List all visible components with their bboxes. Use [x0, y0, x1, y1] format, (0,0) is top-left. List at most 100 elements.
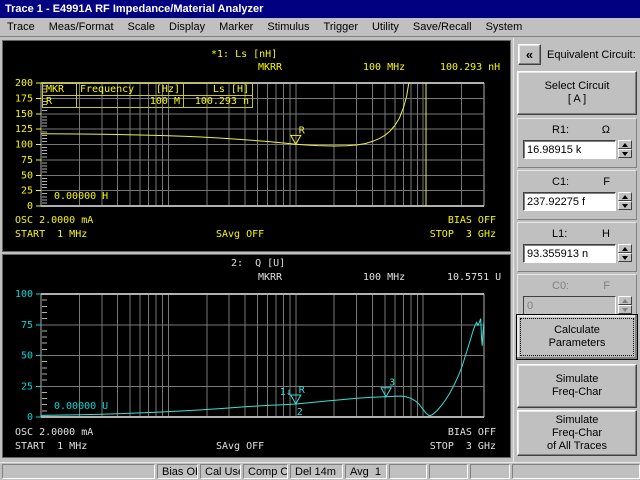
c1-spin-up-icon[interactable] [618, 192, 632, 201]
marker-list-cell-mkr: R [46, 95, 53, 107]
svg-text:2: 2 [297, 407, 303, 418]
l1-spin-down-icon[interactable] [618, 253, 632, 262]
menu-meas-format[interactable]: Meas/Format [42, 19, 121, 35]
status-cell-bias: Bias OFF [157, 464, 198, 479]
equivalent-circuit-panel: « Equivalent Circuit: Select Circuit [ A… [513, 38, 640, 462]
status-cell-empty-3 [470, 464, 510, 479]
svg-text:1↓: 1↓ [280, 387, 292, 398]
marker-list-header-frequency: Frequency [Hz] [76, 84, 184, 95]
simulate-freq-char-all-traces-button[interactable]: Simulate Freq-Char of All Traces [517, 410, 637, 456]
q-ref-level: 0.00000 U [54, 401, 109, 412]
svg-text:150: 150 [15, 109, 33, 120]
param-c0-label: C0: F [552, 280, 610, 292]
svg-text:75: 75 [21, 320, 33, 331]
marker-list-table: MKR Frequency [Hz] Ls [H] R 100 M 100.29… [42, 83, 253, 108]
menu-display[interactable]: Display [162, 19, 212, 35]
svg-text:50: 50 [21, 351, 33, 362]
l1-value-field[interactable] [523, 244, 616, 263]
svg-text:R: R [299, 125, 306, 136]
q-marker-mode: MKRR [258, 272, 283, 283]
svg-text:175: 175 [15, 93, 33, 104]
ohm-unit: Ω [601, 124, 610, 136]
marker-list-cell-frequency: 100 M [76, 96, 184, 107]
menu-scale[interactable]: Scale [121, 19, 163, 35]
svg-text:3: 3 [389, 378, 395, 389]
simulate-freq-char-button[interactable]: Simulate Freq-Char [517, 364, 637, 408]
ls-bias-status: BIAS OFF [447, 215, 496, 226]
svg-text:100: 100 [15, 289, 33, 300]
menu-system[interactable]: System [479, 19, 530, 35]
svg-text:R: R [299, 385, 306, 396]
l1-spinner [618, 244, 632, 263]
henry-unit: H [602, 228, 610, 240]
menu-trace[interactable]: Trace [0, 19, 42, 35]
panel-title: Equivalent Circuit: [547, 49, 636, 61]
ls-start-freq: START 1 MHz [15, 229, 88, 240]
marker-list-cell-ls: 100.293 n [194, 95, 249, 107]
q-bias-status: BIAS OFF [447, 427, 496, 438]
ls-sweep-avg: SAvg OFF [216, 229, 265, 240]
param-c1-label: C1: F [552, 176, 610, 188]
c0-spin-down-icon [618, 305, 632, 314]
q-stop-freq: STOP 3 GHz [429, 441, 496, 452]
c0-value-field [523, 296, 616, 315]
svg-text:25: 25 [21, 186, 33, 197]
ls-stop-freq: STOP 3 GHz [429, 229, 496, 240]
menu-stimulus[interactable]: Stimulus [260, 19, 316, 35]
window-title-bar: Trace 1 - E4991A RF Impedance/Material A… [0, 0, 640, 18]
collapse-panel-button[interactable]: « [518, 44, 541, 65]
q-chart-title: 2: Q [U] [231, 258, 286, 269]
marker-list-header-mkr: MKR [46, 83, 65, 95]
status-cell-empty-2 [429, 464, 468, 479]
ls-marker-freq: 100 MHz [363, 62, 406, 73]
l1-spin-up-icon[interactable] [618, 244, 632, 253]
svg-text:0: 0 [27, 412, 33, 423]
ls-chart-panel: 0 25 50 75 100 125 150 175 200 R *1: Ls [nH] MKRR… [2, 40, 511, 252]
svg-text:200: 200 [15, 78, 33, 89]
svg-text:25: 25 [21, 381, 33, 392]
focus-rect: Calculate Parameters [520, 318, 634, 356]
c0-spin-up-icon [618, 296, 632, 305]
marker-list-header-ls: Ls [H] [212, 83, 249, 95]
c0-spinner [618, 296, 632, 315]
svg-text:100: 100 [15, 140, 33, 151]
c1-value-field[interactable] [523, 192, 616, 211]
r1-spin-up-icon[interactable] [618, 140, 632, 149]
r1-spin-down-icon[interactable] [618, 149, 632, 158]
c1-spinner [618, 192, 632, 211]
svg-text:125: 125 [15, 124, 33, 135]
ls-chart-title: *1: Ls [nH] [211, 49, 278, 60]
status-cell-delay: Del 14m [290, 464, 343, 479]
menu-marker[interactable]: Marker [212, 19, 260, 35]
q-sweep-avg: SAvg OFF [216, 441, 265, 452]
menu-trigger[interactable]: Trigger [317, 19, 365, 35]
ls-osc-level: OSC 2.0000 mA [15, 215, 94, 226]
ls-marker-mode: MKRR [258, 62, 283, 73]
c1-spin-down-icon[interactable] [618, 201, 632, 210]
q-chart-panel: 0 25 50 75 100 R 1↓ 2 3 2: Q [U] MKRR 100 MHz 10… [2, 254, 511, 458]
status-bar: Bias OFF Cal User Comp ON Del 14m Avg 1 [0, 462, 640, 480]
select-circuit-button[interactable]: Select Circuit [ A ] [517, 71, 637, 115]
status-cell-empty-4 [512, 464, 640, 479]
status-cell-avg: Avg 1 [345, 464, 387, 479]
param-group-l1: L1: H [517, 222, 637, 272]
marker-list-data-row: R 100 M 100.293 n [43, 96, 252, 107]
param-group-c0: C0: F [517, 274, 637, 318]
ls-marker-value: 100.293 nH [440, 62, 501, 73]
r1-value-field[interactable] [523, 140, 616, 159]
menu-utility[interactable]: Utility [365, 19, 406, 35]
param-group-c1: C1: F [517, 170, 637, 220]
marker-list-header-row: MKR Frequency [Hz] Ls [H] [43, 84, 252, 96]
menu-save-recall[interactable]: Save/Recall [406, 19, 479, 35]
calculate-parameters-button[interactable]: Calculate Parameters [516, 314, 638, 360]
status-cell-cal: Cal User [200, 464, 241, 479]
q-marker-freq: 100 MHz [363, 272, 406, 283]
q-marker-value: 10.5751 U [447, 272, 502, 283]
menu-bar: Trace Meas/Format Scale Display Marker S… [0, 18, 640, 37]
q-osc-level: OSC 2.0000 mA [15, 427, 94, 438]
farad-unit-c0: F [603, 280, 610, 292]
status-cell-comp: Comp ON [243, 464, 288, 479]
svg-text:0: 0 [27, 201, 33, 212]
q-start-freq: START 1 MHz [15, 441, 88, 452]
param-r1-label: R1: Ω [552, 124, 610, 136]
